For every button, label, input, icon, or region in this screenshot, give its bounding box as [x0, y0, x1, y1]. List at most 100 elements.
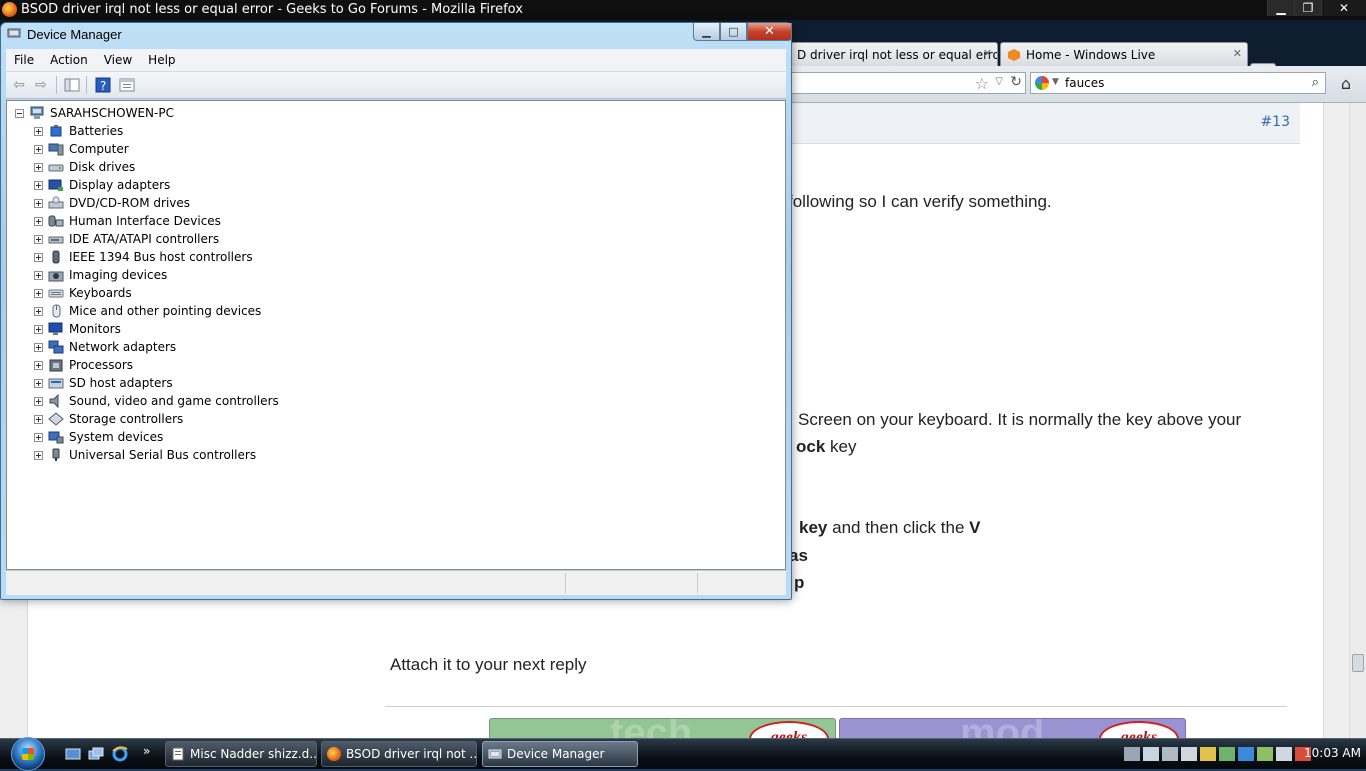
internet-explorer-icon[interactable] — [111, 745, 129, 763]
expand-icon[interactable] — [34, 342, 43, 352]
tree-item-label: DVD/CD-ROM drives — [69, 196, 191, 210]
tree-item[interactable]: IDE ATA/ATAPI controllers — [34, 230, 219, 248]
history-dropdown-icon[interactable]: ▽ — [995, 76, 1003, 87]
taskbar-button-device-manager[interactable]: Device Manager — [482, 741, 638, 767]
expand-icon[interactable] — [34, 360, 43, 370]
tree-item[interactable]: Network adapters — [34, 338, 176, 356]
device-manager-icon — [488, 749, 502, 759]
switch-windows-icon[interactable] — [88, 747, 104, 761]
network-icon[interactable] — [1276, 747, 1292, 761]
minimize-button[interactable]: ▁ — [1267, 0, 1294, 16]
search-input[interactable] — [1065, 74, 1295, 92]
clock[interactable]: 10:03 AM — [1304, 746, 1361, 760]
menu-view[interactable]: View — [96, 49, 140, 71]
expand-icon[interactable] — [34, 378, 43, 388]
tab-bsod[interactable]: D driver irql not less or equal erro... … — [790, 42, 998, 66]
tray-app-icon[interactable] — [1257, 747, 1273, 761]
mod-banner[interactable]: mod geeks — [839, 718, 1186, 738]
expand-icon[interactable] — [34, 324, 43, 334]
close-tab-icon[interactable]: ✕ — [983, 47, 992, 60]
close-button[interactable]: ✕ — [1321, 0, 1366, 16]
show-hide-console-tree-icon[interactable] — [63, 76, 81, 94]
tree-item[interactable]: Processors — [34, 356, 133, 374]
back-arrow-icon[interactable]: ⇦ — [10, 76, 28, 94]
expand-icon[interactable] — [34, 414, 43, 424]
tree-item[interactable]: IEEE 1394 Bus host controllers — [34, 248, 253, 266]
start-button[interactable] — [11, 737, 45, 771]
expand-icon[interactable] — [34, 180, 43, 190]
show-desktop-icon[interactable] — [65, 747, 81, 761]
tree-item[interactable]: Computer — [34, 140, 129, 158]
tree-item[interactable]: Batteries — [34, 122, 123, 140]
expand-icon[interactable] — [34, 216, 43, 226]
tree-item-label: Imaging devices — [69, 268, 168, 282]
tree-item-label: IEEE 1394 Bus host controllers — [69, 250, 253, 264]
tree-item[interactable]: Disk drives — [34, 158, 135, 176]
expand-icon[interactable] — [34, 144, 43, 154]
tray-app-icon[interactable] — [1219, 747, 1235, 761]
expand-icon[interactable] — [34, 198, 43, 208]
geeks-logo-icon: geeks — [749, 721, 829, 738]
url-bar[interactable]: ☆ ▽ ↻ — [790, 72, 1026, 94]
tree-item[interactable]: Sound, video and game controllers — [34, 392, 279, 410]
tree-item-label: Human Interface Devices — [69, 214, 221, 228]
tree-item[interactable]: DVD/CD-ROM drives — [34, 194, 190, 212]
properties-icon[interactable] — [118, 76, 136, 94]
post-text-line: p — [794, 573, 805, 592]
expand-icon[interactable] — [34, 162, 43, 172]
tree-item[interactable]: Human Interface Devices — [34, 212, 221, 230]
expand-icon[interactable] — [34, 234, 43, 244]
tab-windows-live[interactable]: Home - Windows Live ✕ — [1000, 42, 1248, 66]
google-icon[interactable] — [1035, 76, 1049, 90]
tray-app-icon[interactable] — [1162, 747, 1178, 761]
collapse-icon[interactable] — [15, 108, 24, 118]
taskbar-button-word[interactable]: Misc Nadder shizz.d... — [165, 741, 317, 767]
tray-app-icon[interactable] — [1181, 747, 1197, 761]
close-button[interactable]: ✕ — [747, 23, 792, 41]
menu-action[interactable]: Action — [42, 49, 96, 71]
search-engine-dropdown-icon[interactable]: ▼ — [1052, 77, 1059, 87]
maximize-button[interactable]: ❐ — [1294, 0, 1321, 16]
expand-icon[interactable] — [34, 432, 43, 442]
expand-icon[interactable] — [34, 306, 43, 316]
taskbar-button-firefox[interactable]: BSOD driver irql not ... — [321, 741, 477, 767]
expand-icon[interactable] — [34, 450, 43, 460]
tree-item[interactable]: Storage controllers — [34, 410, 183, 428]
tray-app-icon[interactable] — [1238, 747, 1254, 761]
tree-item[interactable]: Monitors — [34, 320, 121, 338]
expand-icon[interactable] — [34, 126, 43, 136]
expand-icon[interactable] — [34, 270, 43, 280]
minimize-button[interactable]: ▁ — [693, 23, 720, 41]
tray-app-icon[interactable] — [1200, 747, 1216, 761]
scrollbar-thumb[interactable] — [1352, 654, 1364, 672]
post-number-link[interactable]: #13 — [1260, 114, 1290, 130]
menu-help[interactable]: Help — [140, 49, 183, 71]
tree-item[interactable]: Mice and other pointing devices — [34, 302, 261, 320]
close-tab-icon[interactable]: ✕ — [1233, 47, 1242, 60]
maximize-button[interactable]: □ — [720, 23, 747, 41]
tree-item[interactable]: System devices — [34, 428, 163, 446]
tech-banner[interactable]: tech geeks — [489, 718, 836, 738]
menu-file[interactable]: File — [6, 49, 42, 71]
tree-item[interactable]: SD host adapters — [34, 374, 173, 392]
tray-app-icon[interactable] — [1124, 747, 1140, 761]
forward-arrow-icon[interactable]: ⇨ — [32, 76, 50, 94]
tree-item[interactable]: Display adapters — [34, 176, 170, 194]
reload-icon[interactable]: ↻ — [1010, 74, 1022, 90]
quick-launch-overflow-icon[interactable]: » — [143, 744, 150, 758]
search-icon[interactable]: ⌕ — [1312, 75, 1319, 90]
tree-root[interactable]: SARAHSCHOWEN-PC — [15, 104, 174, 122]
tray-app-icon[interactable] — [1143, 747, 1159, 761]
home-button[interactable]: ⌂ — [1333, 72, 1359, 94]
help-icon[interactable]: ? — [94, 76, 112, 94]
tree-item[interactable]: Imaging devices — [34, 266, 167, 284]
firefox-title-bar[interactable]: BSOD driver irql not less or equal error… — [0, 0, 1366, 20]
tree-item[interactable]: Universal Serial Bus controllers — [34, 446, 256, 464]
expand-icon[interactable] — [34, 288, 43, 298]
vertical-scrollbar[interactable] — [1349, 103, 1366, 738]
expand-icon[interactable] — [34, 396, 43, 406]
expand-icon[interactable] — [34, 252, 43, 262]
bookmark-star-icon[interactable]: ☆ — [975, 74, 989, 93]
tree-item[interactable]: Keyboards — [34, 284, 132, 302]
ide-icon — [48, 236, 64, 244]
